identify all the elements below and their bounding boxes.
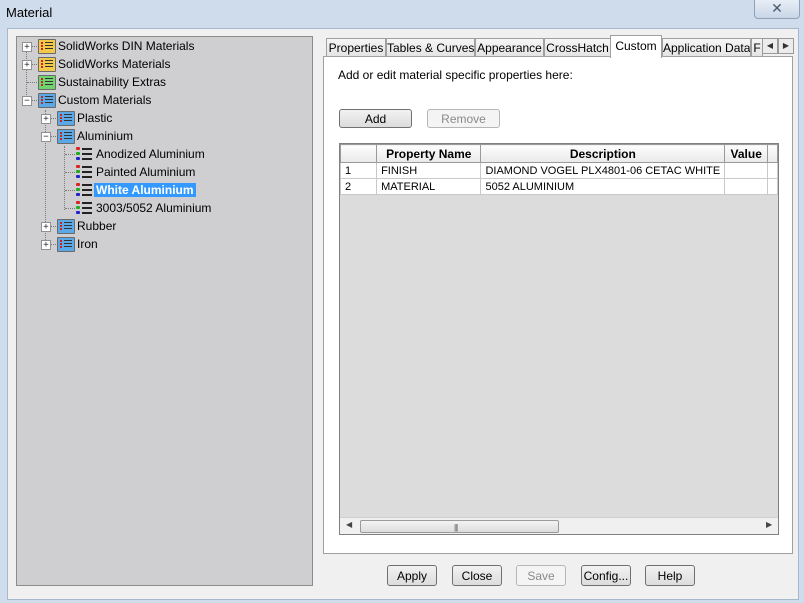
plus-icon[interactable]: + xyxy=(22,60,32,70)
right-arrow-icon[interactable]: ▶ xyxy=(766,520,772,529)
grid-header-description[interactable]: Description xyxy=(480,144,726,163)
window-title: Material xyxy=(6,5,53,20)
remove-button[interactable]: Remove xyxy=(427,109,500,128)
tree-item-white-aluminium[interactable]: White Aluminium xyxy=(94,181,196,199)
add-button[interactable]: Add xyxy=(339,109,412,128)
grid-header-rownum xyxy=(340,144,378,163)
property-name-cell[interactable]: MATERIAL xyxy=(376,178,482,195)
tree-item-aluminium[interactable]: Aluminium xyxy=(75,127,135,145)
filler-cell xyxy=(767,162,778,179)
plus-icon[interactable]: + xyxy=(22,42,32,52)
row-number: 1 xyxy=(340,162,378,179)
tab-tables-curves[interactable]: Tables & Curves xyxy=(386,38,475,57)
tab-custom[interactable]: Custom xyxy=(610,35,662,58)
scroll-grip: ||| xyxy=(454,523,458,532)
tree-line xyxy=(65,172,75,173)
config-button[interactable]: Config... xyxy=(581,565,631,586)
custom-hint-text: Add or edit material specific properties… xyxy=(338,68,573,82)
tree-item-3003-5052-aluminium[interactable]: 3003/5052 Aluminium xyxy=(94,199,213,217)
left-arrow-icon[interactable]: ◀ xyxy=(346,520,352,529)
tab-strip: Properties Tables & Curves Appearance Cr… xyxy=(323,35,794,58)
table-row[interactable]: 1 FINISH DIAMOND VOGEL PLX4801-06 CETAC … xyxy=(340,162,778,179)
tree-line xyxy=(26,47,27,101)
close-button[interactable]: Close xyxy=(452,565,502,586)
material-folder-icon xyxy=(38,57,56,72)
minus-icon[interactable]: − xyxy=(22,96,32,106)
tree-item-rubber[interactable]: Rubber xyxy=(75,217,118,235)
tree-item-iron[interactable]: Iron xyxy=(75,235,100,253)
value-cell[interactable] xyxy=(724,178,769,195)
material-folder-icon xyxy=(57,219,75,234)
material-icon xyxy=(76,165,92,179)
tree-line xyxy=(65,154,75,155)
plus-icon[interactable]: + xyxy=(41,240,51,250)
tree-line xyxy=(64,146,65,210)
grid-header-value[interactable]: Value xyxy=(724,144,769,163)
close-icon: ✕ xyxy=(771,0,783,16)
table-row[interactable]: 2 MATERIAL 5052 ALUMINIUM xyxy=(340,178,778,195)
material-folder-icon xyxy=(38,93,56,108)
material-folder-icon xyxy=(38,75,56,90)
tree-item-solidworks-din[interactable]: SolidWorks DIN Materials xyxy=(56,37,196,55)
grid-header-property-name[interactable]: Property Name xyxy=(376,144,482,163)
material-tree[interactable]: + SolidWorks DIN Materials + SolidWorks … xyxy=(16,36,313,586)
description-cell[interactable]: DIAMOND VOGEL PLX4801-06 CETAC WHITE xyxy=(480,162,726,179)
description-cell[interactable]: 5052 ALUMINIUM xyxy=(480,178,726,195)
tab-scroll-right-button[interactable]: ▶ xyxy=(778,38,794,54)
value-cell[interactable] xyxy=(724,162,769,179)
scrollbar-thumb[interactable]: ||| xyxy=(360,520,559,533)
save-button[interactable]: Save xyxy=(516,565,566,586)
tab-scroll-left-button[interactable]: ◀ xyxy=(762,38,778,54)
material-icon xyxy=(76,183,92,197)
plus-icon[interactable]: + xyxy=(41,114,51,124)
material-folder-icon xyxy=(57,111,75,126)
property-grid[interactable]: Property Name Description Value 1 FINISH… xyxy=(339,143,779,535)
plus-icon[interactable]: + xyxy=(41,222,51,232)
grid-header-filler xyxy=(767,144,778,163)
material-folder-icon xyxy=(57,129,75,144)
grid-horizontal-scrollbar[interactable]: ◀ ||| ▶ xyxy=(340,517,778,534)
tree-line xyxy=(27,82,37,83)
tab-appearance[interactable]: Appearance xyxy=(475,38,544,57)
tree-item-plastic[interactable]: Plastic xyxy=(75,109,114,127)
minus-icon[interactable]: − xyxy=(41,132,51,142)
tree-item-solidworks-materials[interactable]: SolidWorks Materials xyxy=(56,55,172,73)
material-folder-icon xyxy=(57,237,75,252)
help-button[interactable]: Help xyxy=(645,565,695,586)
tree-line xyxy=(65,190,75,191)
tree-item-sustainability-extras[interactable]: Sustainability Extras xyxy=(56,73,168,91)
tab-crosshatch[interactable]: CrossHatch xyxy=(544,38,611,57)
material-folder-icon xyxy=(38,39,56,54)
material-icon xyxy=(76,201,92,215)
filler-cell xyxy=(767,178,778,195)
grid-header-row: Property Name Description Value xyxy=(340,144,778,163)
tab-application-data[interactable]: Application Data xyxy=(662,38,751,57)
property-table: Property Name Description Value 1 FINISH… xyxy=(340,144,778,195)
row-number: 2 xyxy=(340,178,378,195)
tree-item-painted-aluminium[interactable]: Painted Aluminium xyxy=(94,163,197,181)
left-arrow-icon: ◀ xyxy=(766,41,774,50)
apply-button[interactable]: Apply xyxy=(387,565,437,586)
tab-properties[interactable]: Properties xyxy=(326,38,386,57)
tree-item-custom-materials[interactable]: Custom Materials xyxy=(56,91,153,109)
window-close-button[interactable]: ✕ xyxy=(754,0,800,19)
right-arrow-icon: ▶ xyxy=(782,41,790,50)
material-icon xyxy=(76,147,92,161)
tree-item-anodized-aluminium[interactable]: Anodized Aluminium xyxy=(94,145,207,163)
tree-line xyxy=(65,208,75,209)
property-name-cell[interactable]: FINISH xyxy=(376,162,482,179)
